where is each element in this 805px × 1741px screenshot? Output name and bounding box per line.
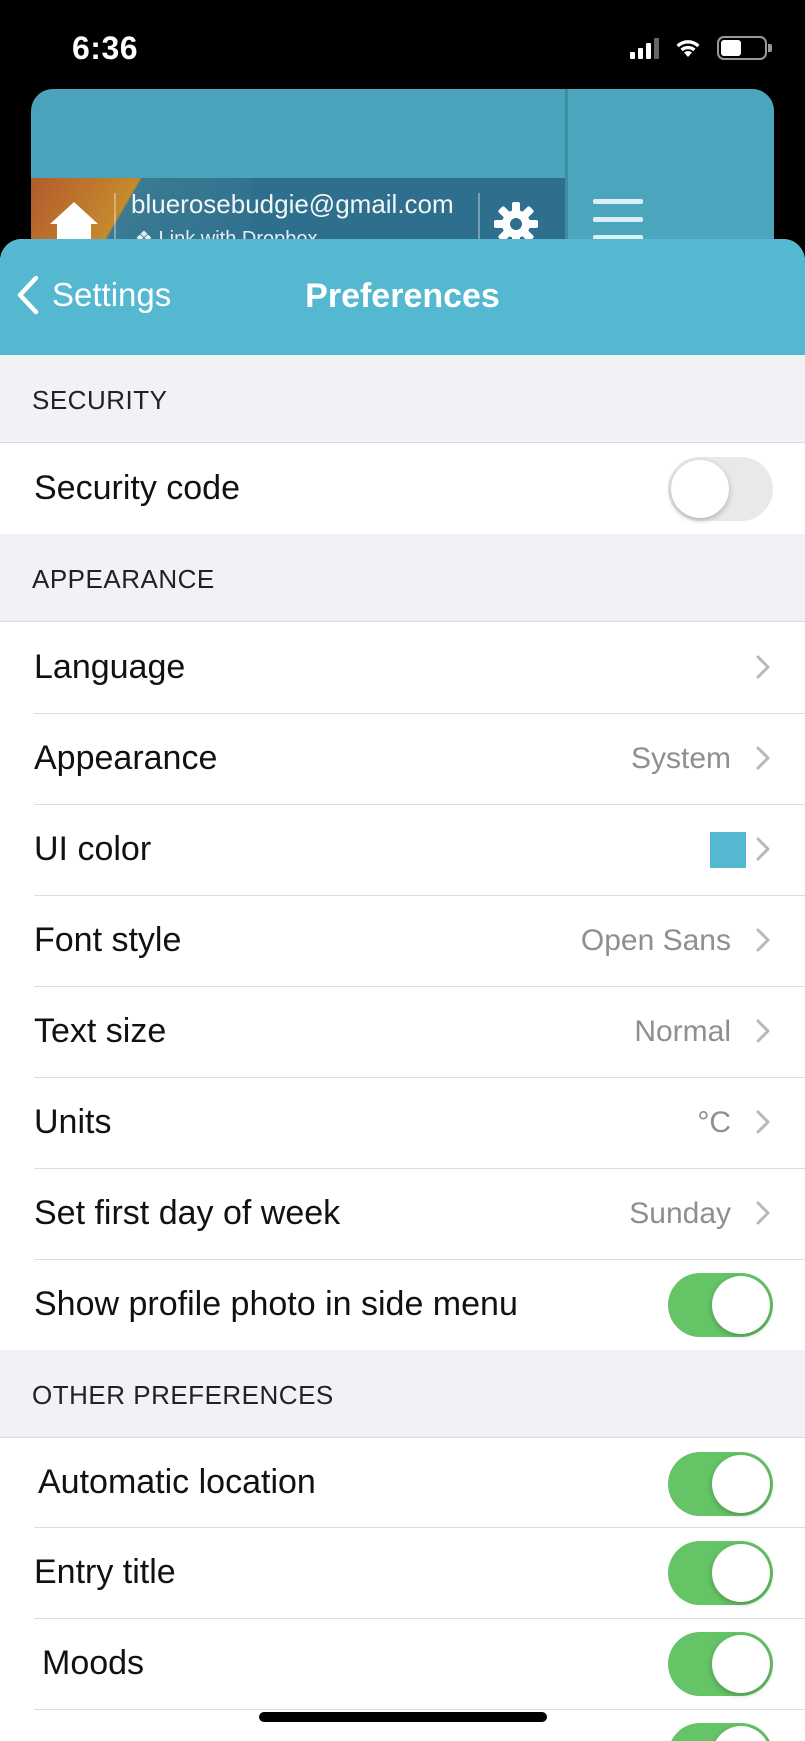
appearance-label: Appearance [34, 739, 218, 777]
first-day-of-week-value: Sunday [629, 1196, 731, 1230]
appearance-row[interactable]: Appearance System [0, 713, 805, 804]
text-size-row[interactable]: Text size Normal [0, 986, 805, 1077]
font-style-label: Font style [34, 921, 182, 959]
ui-color-row[interactable]: UI color [0, 804, 805, 895]
section-header-other-preferences: OTHER PREFERENCES [0, 1350, 805, 1438]
chevron-right-icon [756, 655, 770, 679]
hamburger-menu-icon [593, 199, 643, 240]
chevron-right-icon [756, 837, 770, 861]
moods-toggle[interactable] [668, 1632, 773, 1696]
entry-title-toggle[interactable] [668, 1541, 773, 1605]
text-size-value: Normal [634, 1014, 731, 1048]
automatic-location-label: Automatic location [38, 1463, 316, 1501]
chevron-right-icon [756, 746, 770, 770]
status-bar: 6:36 [0, 0, 805, 90]
cellular-signal-icon [630, 37, 659, 59]
units-row[interactable]: Units °C [0, 1077, 805, 1168]
security-code-toggle[interactable] [668, 457, 773, 521]
language-row[interactable]: Language [0, 622, 805, 713]
appearance-value: System [630, 741, 731, 775]
account-email: bluerosebudgie@gmail.com [131, 189, 454, 219]
profile-photo-toggle[interactable] [668, 1273, 773, 1337]
ui-color-label: UI color [34, 830, 152, 868]
font-style-value: Open Sans [580, 923, 731, 957]
moods-row: Moods [0, 1618, 805, 1709]
preferences-sheet: Settings Preferences SECURITY Security c… [0, 239, 805, 1741]
units-value: °C [697, 1105, 731, 1139]
chevron-right-icon [756, 1201, 770, 1225]
navigation-bar: Settings Preferences [0, 239, 805, 355]
section-header-appearance: APPEARANCE [0, 534, 805, 622]
chevron-right-icon [756, 1019, 770, 1043]
screen: 6:36 bluerosebudgie@gmail.com Settings P… [0, 0, 805, 1741]
ui-color-swatch [710, 832, 746, 868]
units-label: Units [34, 1103, 112, 1141]
home-indicator [259, 1712, 547, 1722]
status-time: 6:36 [72, 30, 139, 66]
status-icons [630, 36, 772, 60]
automatic-location-row: Automatic location [0, 1438, 805, 1527]
chevron-right-icon [756, 928, 770, 952]
page-title: Preferences [305, 277, 500, 315]
wifi-icon [676, 40, 700, 57]
moods-label: Moods [42, 1644, 145, 1682]
text-size-label: Text size [34, 1012, 167, 1050]
first-day-of-week-row[interactable]: Set first day of week Sunday [0, 1168, 805, 1259]
font-style-row[interactable]: Font style Open Sans [0, 895, 805, 986]
entry-title-label: Entry title [34, 1553, 176, 1591]
partial-toggle[interactable] [668, 1723, 773, 1741]
section-header-security: SECURITY [0, 355, 805, 443]
chevron-right-icon [756, 1110, 770, 1134]
security-code-label: Security code [34, 469, 240, 507]
profile-photo-row: Show profile photo in side menu [0, 1259, 805, 1350]
automatic-location-toggle[interactable] [668, 1452, 773, 1516]
battery-icon [717, 36, 772, 60]
first-day-of-week-label: Set first day of week [34, 1194, 341, 1232]
language-label: Language [34, 648, 186, 686]
profile-photo-label: Show profile photo in side menu [34, 1285, 518, 1323]
entry-title-row: Entry title [0, 1527, 805, 1618]
security-code-row: Security code [0, 443, 805, 534]
